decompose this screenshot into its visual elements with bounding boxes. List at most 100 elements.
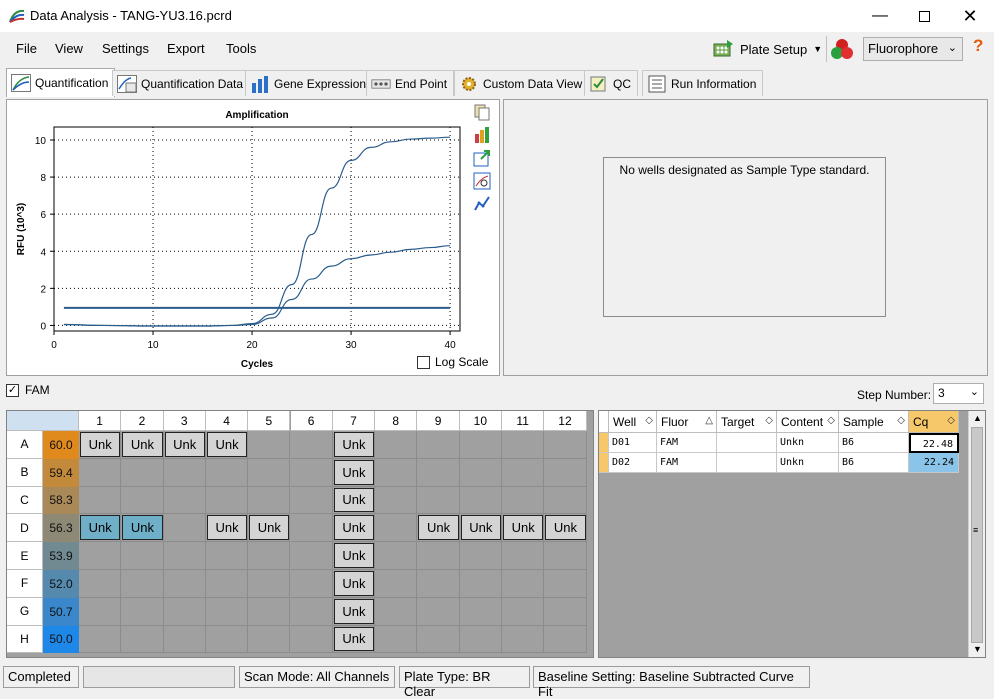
- well-A7[interactable]: Unk: [333, 432, 375, 457]
- table-cell[interactable]: FAM: [657, 453, 717, 473]
- plate-cell[interactable]: [290, 514, 333, 543]
- log-scale-toggle[interactable]: Log Scale: [417, 355, 488, 369]
- plate-cell[interactable]: [163, 570, 206, 598]
- plate-cell[interactable]: [459, 431, 502, 459]
- row-header[interactable]: H: [7, 625, 43, 654]
- table-cell[interactable]: [717, 433, 777, 453]
- well-F7[interactable]: Unk: [333, 571, 375, 596]
- plate-cell[interactable]: [205, 570, 249, 598]
- table-cell[interactable]: D01: [609, 433, 657, 453]
- plate-cell[interactable]: [375, 542, 418, 570]
- row-header[interactable]: A: [7, 431, 43, 459]
- sort-icon[interactable]: ◇: [645, 415, 653, 426]
- well-A4[interactable]: Unk: [206, 432, 248, 457]
- curve-style-icon[interactable]: [473, 195, 491, 213]
- plate-cell[interactable]: [459, 570, 502, 598]
- plate-cell[interactable]: [290, 458, 333, 487]
- export-chart-icon[interactable]: [473, 149, 491, 167]
- row-selector[interactable]: [599, 453, 609, 473]
- plate-cell[interactable]: [290, 542, 333, 570]
- plate-cell[interactable]: [502, 542, 545, 570]
- sort-icon[interactable]: ◇: [947, 415, 955, 426]
- plate-cell[interactable]: [502, 486, 545, 515]
- plate-cell[interactable]: [79, 625, 122, 654]
- plate-cell[interactable]: [544, 431, 587, 459]
- well-D1[interactable]: Unk: [80, 515, 121, 541]
- column-header[interactable]: 2: [121, 411, 164, 431]
- fam-toggle[interactable]: ✓ FAM: [6, 380, 50, 400]
- column-header[interactable]: 1: [79, 411, 122, 431]
- tab-gene-expression[interactable]: Gene Expression: [245, 70, 374, 96]
- table-cell[interactable]: 22.24: [909, 453, 959, 473]
- chart-options-icon[interactable]: [473, 126, 491, 144]
- table-scrollbar[interactable]: ▲ ≡ ▼: [968, 411, 985, 657]
- plate-cell[interactable]: [121, 486, 164, 515]
- plate-cell[interactable]: [502, 458, 545, 487]
- column-header[interactable]: 6: [290, 411, 333, 431]
- plate-cell[interactable]: [502, 625, 545, 654]
- sort-icon[interactable]: ◇: [827, 415, 835, 426]
- table-cell[interactable]: B6: [839, 433, 909, 453]
- plate-cell[interactable]: [121, 458, 164, 487]
- plate-cell[interactable]: [417, 486, 460, 515]
- well-H7[interactable]: Unk: [333, 626, 375, 652]
- plate-cell[interactable]: [502, 570, 545, 598]
- well-D12[interactable]: Unk: [545, 515, 586, 541]
- zoom-chart-icon[interactable]: [473, 172, 491, 190]
- menu-settings[interactable]: Settings: [102, 41, 149, 56]
- plate-cell[interactable]: [248, 542, 291, 570]
- plate-setup-button[interactable]: Plate Setup ▼: [712, 37, 822, 61]
- plate-cell[interactable]: [544, 625, 587, 654]
- plate-cell[interactable]: [248, 625, 291, 654]
- row-header[interactable]: C: [7, 486, 43, 515]
- plate-cell[interactable]: [163, 597, 206, 626]
- plate-cell[interactable]: [375, 514, 418, 543]
- plate-cell[interactable]: [375, 431, 418, 459]
- well-D10[interactable]: Unk: [460, 515, 501, 541]
- scrollbar-thumb[interactable]: ≡: [971, 427, 983, 643]
- plate-cell[interactable]: [205, 597, 249, 626]
- table-cell[interactable]: Unkn: [777, 433, 839, 453]
- plate-cell[interactable]: [290, 431, 333, 459]
- well-groups-icon[interactable]: [830, 37, 854, 61]
- well-D5[interactable]: Unk: [249, 515, 290, 541]
- plate-cell[interactable]: [248, 570, 291, 598]
- plate-cell[interactable]: [375, 458, 418, 487]
- tab-custom-data-view[interactable]: Custom Data View: [454, 70, 590, 96]
- close-button[interactable]: ✕: [947, 0, 993, 32]
- column-header-sample[interactable]: Sample ◇: [839, 411, 909, 433]
- plate-cell[interactable]: [121, 542, 164, 570]
- plate-cell[interactable]: [163, 514, 206, 543]
- column-header-well[interactable]: Well ◇: [609, 411, 657, 433]
- tab-quantification[interactable]: Quantification: [6, 68, 116, 97]
- column-header[interactable]: 12: [544, 411, 587, 431]
- plate-cell[interactable]: [290, 597, 333, 626]
- plate-cell[interactable]: [121, 570, 164, 598]
- plate-cell[interactable]: [417, 597, 460, 626]
- well-A2[interactable]: Unk: [122, 432, 163, 457]
- row-selector[interactable]: [599, 433, 609, 453]
- column-header-fluor[interactable]: Fluor △: [657, 411, 717, 433]
- scroll-up-icon[interactable]: ▲: [973, 413, 982, 423]
- plate-cell[interactable]: [417, 542, 460, 570]
- plate-cell[interactable]: [544, 597, 587, 626]
- table-cell[interactable]: FAM: [657, 433, 717, 453]
- column-header[interactable]: 7: [332, 411, 376, 431]
- plate-cell[interactable]: [459, 542, 502, 570]
- plate-cell[interactable]: [290, 486, 333, 515]
- plate-cell[interactable]: [163, 542, 206, 570]
- plate-cell[interactable]: [502, 597, 545, 626]
- plate-cell[interactable]: [121, 625, 164, 654]
- plate-cell[interactable]: [459, 597, 502, 626]
- plate-cell[interactable]: [121, 597, 164, 626]
- column-header[interactable]: 8: [375, 411, 418, 431]
- plate-cell[interactable]: [163, 458, 206, 487]
- well-G7[interactable]: Unk: [333, 598, 375, 624]
- plate-cell[interactable]: [375, 625, 418, 654]
- fam-checkbox[interactable]: ✓: [6, 383, 19, 397]
- plate-cell[interactable]: [79, 542, 122, 570]
- table-cell[interactable]: 22.48: [909, 433, 959, 453]
- plate-cell[interactable]: [459, 458, 502, 487]
- table-cell[interactable]: D02: [609, 453, 657, 473]
- row-header[interactable]: G: [7, 597, 43, 626]
